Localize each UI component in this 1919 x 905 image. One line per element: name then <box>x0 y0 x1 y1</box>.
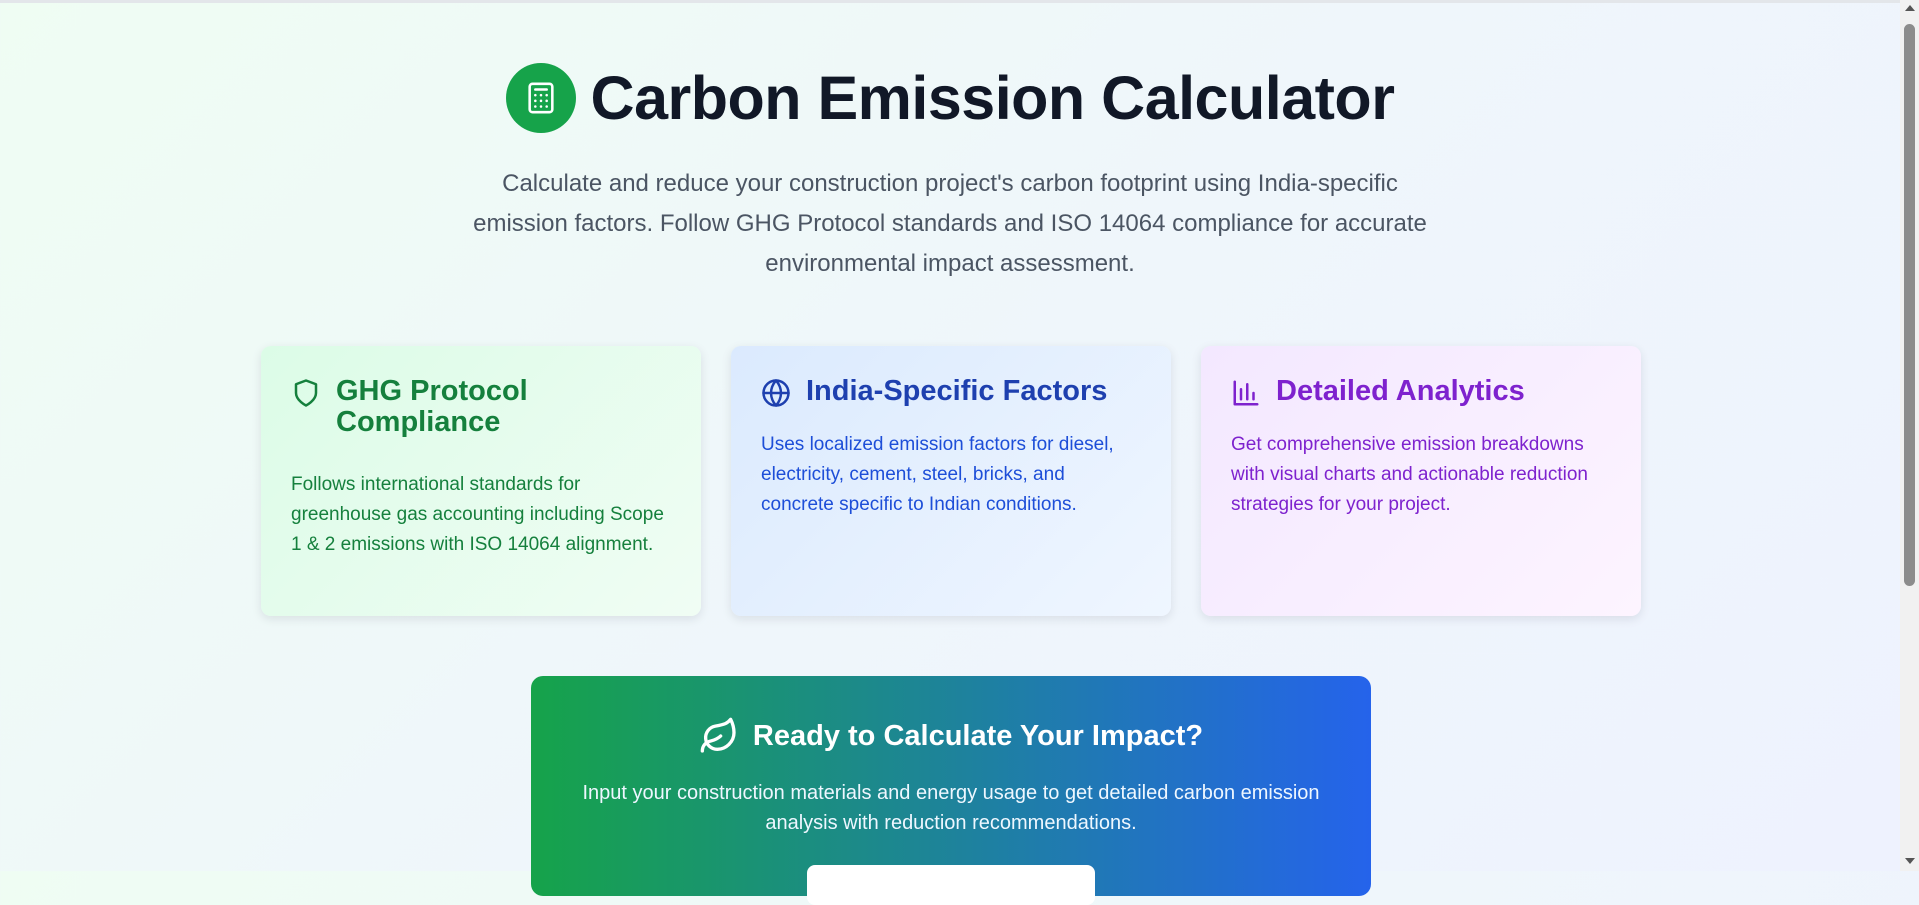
feature-card-india: India-Specific Factors Uses localized em… <box>731 346 1171 616</box>
bar-chart-icon <box>1233 380 1259 406</box>
leaf-icon <box>700 717 736 753</box>
cta-description: Input your construction materials and en… <box>582 782 1320 834</box>
cta-panel: Ready to Calculate Your Impact? Input yo… <box>531 676 1371 905</box>
scrollbar-thumb[interactable] <box>1904 24 1915 586</box>
feature-card-ghg: GHG Protocol Compliance Follows internat… <box>261 346 701 616</box>
page-title: Carbon Emission Calculator <box>590 63 1395 132</box>
hero-header: Carbon Emission Calculator <box>0 63 1900 133</box>
shield-icon <box>294 379 318 407</box>
card-title: GHG Protocol Compliance <box>336 375 528 438</box>
vertical-scrollbar[interactable] <box>1900 0 1919 871</box>
scroll-up-arrow-icon[interactable] <box>1905 5 1915 11</box>
card-description: Get comprehensive emission breakdowns wi… <box>1231 434 1588 515</box>
globe-icon <box>762 379 790 407</box>
card-header: India-Specific Factors <box>761 376 1141 408</box>
feature-cards: GHG Protocol Compliance Follows internat… <box>261 346 1641 616</box>
card-description: Uses localized emission factors for dies… <box>761 434 1114 515</box>
card-header: Detailed Analytics <box>1231 376 1611 408</box>
card-header: GHG Protocol Compliance <box>291 376 671 438</box>
card-title: India-Specific Factors <box>806 375 1108 407</box>
start-calculation-button[interactable] <box>807 865 1095 905</box>
card-title: Detailed Analytics <box>1276 375 1525 407</box>
calculator-badge <box>505 63 576 133</box>
page-subtitle: Calculate and reduce your construction p… <box>473 170 1427 277</box>
page: Carbon Emission Calculator Calculate and… <box>0 0 1900 905</box>
scroll-down-arrow-icon[interactable] <box>1905 858 1915 864</box>
feature-card-analytics: Detailed Analytics Get comprehensive emi… <box>1201 346 1641 616</box>
cta-title: Ready to Calculate Your Impact? <box>752 719 1204 752</box>
cta-header: Ready to Calculate Your Impact? <box>531 716 1371 756</box>
calculator-icon <box>527 82 554 114</box>
card-description: Follows international standards for gree… <box>291 474 664 555</box>
